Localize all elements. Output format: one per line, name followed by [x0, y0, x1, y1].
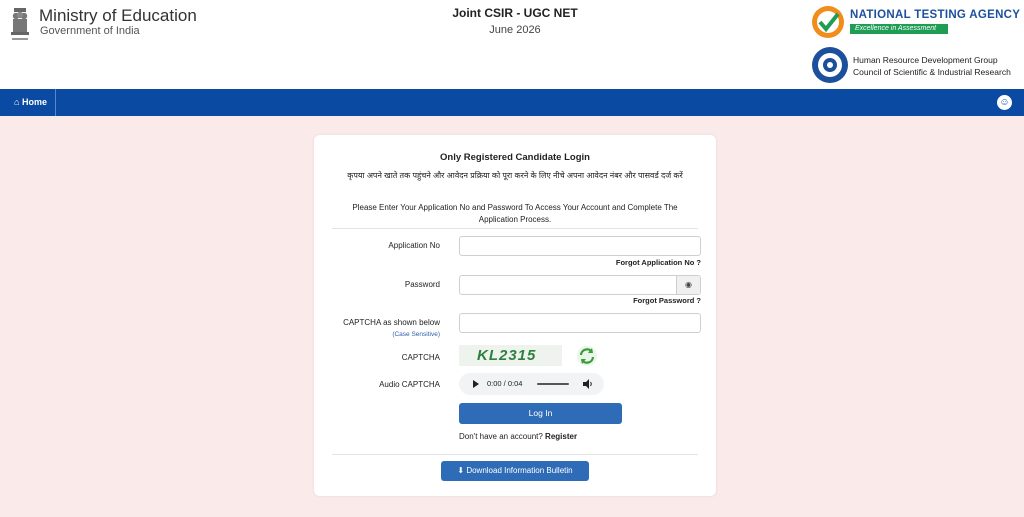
- audio-progress-track[interactable]: [537, 383, 569, 385]
- government-name: Government of India: [40, 25, 140, 37]
- nta-name: NATIONAL TESTING AGENCY: [850, 9, 1021, 21]
- play-icon[interactable]: [473, 380, 479, 388]
- site-header: Ministry of Education Government of Indi…: [0, 0, 1024, 89]
- application-no-label: Application No: [388, 241, 440, 250]
- csir-department: Human Resource Development Group: [853, 55, 998, 65]
- captcha-case-note: (Case Sensitive): [392, 331, 440, 338]
- refresh-captcha-icon[interactable]: [576, 345, 598, 367]
- password-input[interactable]: [460, 277, 700, 295]
- nav-home-label: Home: [21, 97, 47, 107]
- exam-session: June 2026: [489, 24, 541, 36]
- divider-top: [332, 228, 698, 229]
- divider-bottom: [332, 454, 698, 455]
- download-icon: ⬇: [457, 466, 465, 475]
- captcha-image: KL2315: [459, 345, 562, 366]
- download-bulletin-button[interactable]: ⬇ Download Information Bulletin: [441, 461, 589, 481]
- forgot-password-link[interactable]: Forgot Password ?: [459, 296, 701, 305]
- register-link[interactable]: Register: [545, 432, 577, 441]
- captcha-input-label: CAPTCHA as shown below: [343, 318, 440, 327]
- application-no-field[interactable]: [459, 236, 701, 256]
- csir-council: Council of Scientific & Industrial Resea…: [853, 67, 1011, 77]
- password-label: Password: [404, 280, 440, 289]
- no-account-label: Don't have an account?: [459, 432, 543, 441]
- audio-captcha-label: Audio CAPTCHA: [379, 380, 440, 389]
- nav-home-link[interactable]: ⌂ Home: [0, 89, 56, 116]
- nta-logo-icon: [812, 6, 844, 38]
- nta-tagline: Excellence in Assessment: [850, 24, 948, 34]
- captcha-input[interactable]: [460, 315, 700, 333]
- exam-title: Joint CSIR - UGC NET: [452, 6, 578, 20]
- login-title: Only Registered Candidate Login: [440, 152, 590, 163]
- password-field[interactable]: ◉: [459, 275, 701, 295]
- national-emblem-icon: [11, 8, 29, 40]
- volume-icon[interactable]: [583, 379, 593, 389]
- hindi-instruction: कृपया अपने खाते तक पहुंचने और आवेदन प्रक…: [347, 171, 683, 180]
- captcha-field[interactable]: [459, 313, 701, 333]
- main-navbar: ⌂ Home ☺: [0, 89, 1024, 116]
- audio-captcha-player[interactable]: 0:00 / 0:04: [459, 373, 604, 395]
- ministry-name: Ministry of Education: [39, 6, 197, 25]
- login-button[interactable]: Log In: [459, 403, 622, 424]
- audio-time: 0:00 / 0:04: [487, 379, 523, 388]
- show-password-eye-icon[interactable]: ◉: [676, 276, 700, 294]
- home-icon: ⌂: [14, 97, 20, 107]
- csir-logo-icon: [812, 47, 848, 83]
- login-card: Only Registered Candidate Login कृपया अप…: [314, 135, 716, 496]
- captcha-label: CAPTCHA: [401, 353, 440, 362]
- download-bulletin-label: Download Information Bulletin: [466, 466, 573, 475]
- no-account-text: Don't have an account? Register: [459, 432, 577, 441]
- accessibility-icon[interactable]: ☺: [997, 95, 1012, 110]
- english-instruction: Please Enter Your Application No and Pas…: [352, 203, 678, 224]
- forgot-application-link[interactable]: Forgot Application No ?: [459, 258, 701, 267]
- application-no-input[interactable]: [460, 238, 700, 256]
